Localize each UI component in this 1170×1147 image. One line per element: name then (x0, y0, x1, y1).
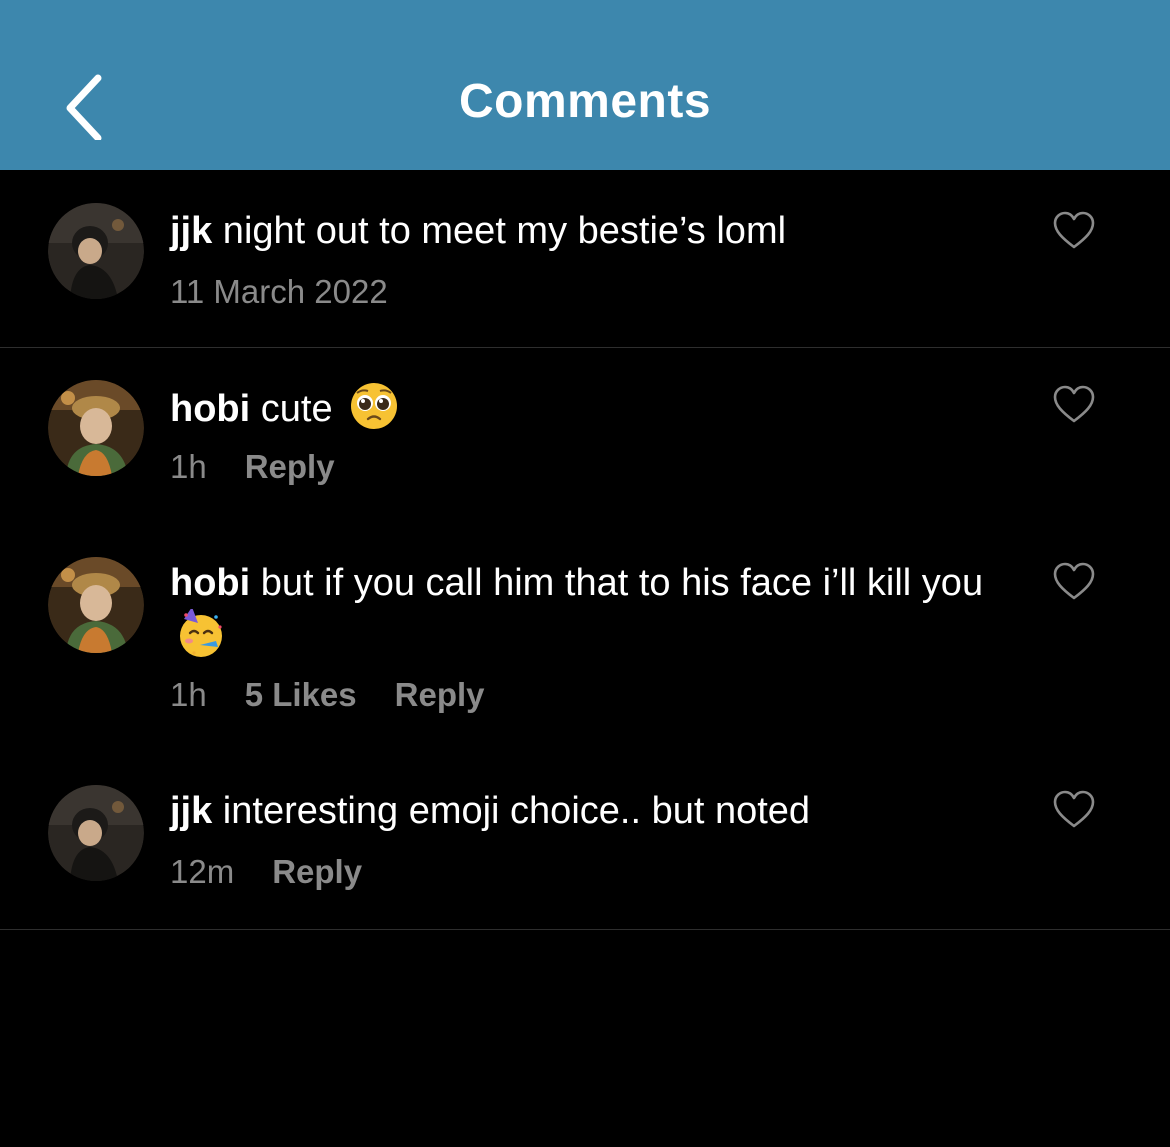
comment-time: 12m (170, 853, 235, 890)
comment-text: jjk interesting emoji choice.. but noted (170, 786, 990, 837)
username[interactable]: jjk (170, 210, 212, 252)
heart-icon (1053, 562, 1095, 600)
like-button[interactable] (1052, 211, 1096, 251)
comment-body: but if you call him that to his face i’l… (250, 562, 984, 604)
like-button[interactable] (1052, 790, 1096, 830)
likes-count[interactable]: 5 Likes (245, 676, 357, 713)
reply-button[interactable]: Reply (245, 448, 335, 485)
divider (0, 347, 1170, 348)
avatar[interactable] (48, 785, 144, 881)
post-date: 11 March 2022 (170, 273, 388, 310)
caption-text: jjk night out to meet my bestie’s loml (170, 206, 990, 257)
reply-button[interactable]: Reply (395, 676, 485, 713)
header-bar: Comments (0, 0, 1170, 170)
heart-icon (1053, 790, 1095, 828)
comment-body: cute (250, 388, 333, 430)
like-button[interactable] (1052, 562, 1096, 602)
username[interactable]: hobi (170, 562, 250, 604)
heart-icon (1053, 385, 1095, 423)
like-button[interactable] (1052, 385, 1096, 425)
partying-face-emoji (176, 609, 226, 659)
pleading-face-emoji (349, 381, 399, 431)
username[interactable]: hobi (170, 388, 250, 430)
comment-time: 1h (170, 676, 207, 713)
reply-button[interactable]: Reply (272, 853, 362, 890)
avatar[interactable] (48, 203, 144, 299)
post-meta: 11 March 2022 (170, 273, 426, 311)
avatar[interactable] (48, 557, 144, 653)
comment-body: interesting emoji choice.. but noted (212, 790, 811, 832)
comment-meta: 1h 5 Likes Reply (170, 676, 523, 714)
comment-text: hobi but if you call him that to his fac… (170, 558, 990, 663)
username[interactable]: jjk (170, 790, 212, 832)
page-title: Comments (458, 75, 712, 128)
divider (0, 929, 1170, 930)
avatar[interactable] (48, 380, 144, 476)
comment-meta: 12m Reply (170, 853, 400, 891)
comment-time: 1h (170, 448, 207, 485)
comment-text: hobi cute (170, 381, 990, 435)
heart-icon (1053, 211, 1095, 249)
comment-meta: 1h Reply (170, 448, 373, 486)
caption-body: night out to meet my bestie’s loml (212, 210, 787, 252)
